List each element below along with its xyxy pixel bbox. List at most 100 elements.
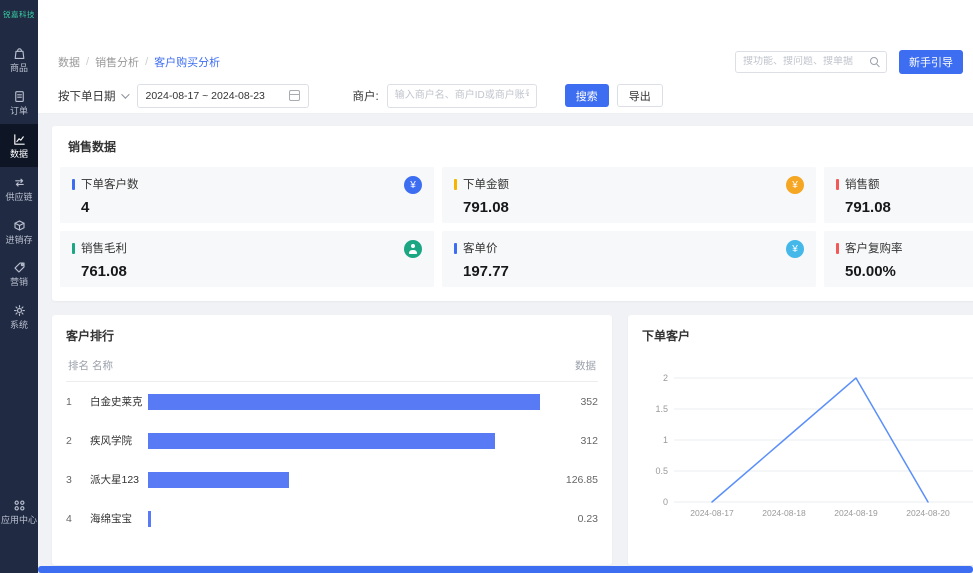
sidebar: 锐嘉科技 商品 订单 数据 供应链 进销存: [0, 0, 38, 573]
top-spacer: [38, 0, 973, 45]
stat-label: 销售毛利: [81, 240, 127, 256]
sales-data-card: 销售数据 下单客户数 ¥ 4 下单金额: [52, 126, 973, 301]
ranking-row: 3 派大星123 126.85: [66, 460, 598, 499]
customer-ranking-card: 客户排行 排名 名称 数据 1 白金史莱克 352 2: [52, 315, 612, 565]
date-range-value: 2024-08-17 ~ 2024-08-23: [146, 90, 265, 102]
bottom-row: 客户排行 排名 名称 数据 1 白金史莱克 352 2: [52, 315, 973, 565]
breadcrumb: 数据 / 销售分析 / 客户购买分析: [58, 54, 220, 70]
stat-label: 客户复购率: [845, 240, 903, 256]
svg-text:2024-08-18: 2024-08-18: [762, 508, 806, 518]
rank-number: 3: [66, 474, 90, 486]
breadcrumb-data[interactable]: 数据: [58, 54, 80, 70]
calendar-icon: [289, 90, 300, 101]
ranking-row: 4 海绵宝宝 0.23: [66, 499, 598, 538]
breadcrumb-separator: /: [86, 56, 89, 68]
ranking-bar: [148, 394, 540, 410]
ranking-value: 0.23: [546, 513, 598, 525]
breadcrumb-sales-analysis[interactable]: 销售分析: [95, 54, 139, 70]
rank-number: 1: [66, 396, 90, 408]
sidebar-item-supply-chain[interactable]: 供应链: [0, 167, 38, 210]
export-button[interactable]: 导出: [617, 84, 663, 107]
svg-text:0: 0: [663, 497, 668, 507]
customer-name: 疾风学院: [90, 433, 148, 448]
sidebar-item-system[interactable]: 系统: [0, 295, 38, 338]
chart-card-title: 下单客户: [642, 327, 973, 344]
stat-value: 761.08: [81, 263, 422, 280]
main-area: 数据 / 销售分析 / 客户购买分析 新手引导 按下单日期 2024-08-17…: [38, 0, 973, 573]
sidebar-item-marketing[interactable]: 营销: [0, 252, 38, 295]
supply-chain-icon: [12, 175, 27, 190]
svg-text:2: 2: [663, 373, 668, 383]
sidebar-item-products[interactable]: 商品: [0, 38, 38, 81]
stat-value: 791.08: [463, 199, 804, 216]
stat-label: 下单客户数: [81, 176, 139, 192]
global-search-box[interactable]: [735, 51, 887, 73]
stat-tile-avg-per-customer: 客单价 ¥ 197.77: [442, 231, 816, 287]
sidebar-item-label: 系统: [10, 321, 28, 331]
merchant-search-input[interactable]: [387, 84, 537, 108]
app-root: 锐嘉科技 商品 订单 数据 供应链 进销存: [0, 0, 973, 573]
sidebar-item-inventory[interactable]: 进销存: [0, 210, 38, 253]
search-icon[interactable]: [870, 57, 879, 66]
sidebar-item-data[interactable]: 数据: [0, 124, 38, 167]
date-range-picker[interactable]: 2024-08-17 ~ 2024-08-23: [137, 84, 309, 108]
ranking-bar: [148, 472, 289, 488]
ranking-value: 352: [546, 396, 598, 408]
stat-value: 791.08: [845, 199, 973, 216]
ranking-row: 2 疾风学院 312: [66, 421, 598, 460]
sidebar-item-label: 商品: [10, 64, 28, 74]
stat-value: 197.77: [463, 263, 804, 280]
sidebar-item-orders[interactable]: 订单: [0, 81, 38, 124]
ranking-bar: [148, 433, 495, 449]
stat-label: 下单金额: [463, 176, 509, 192]
stat-label: 客单价: [463, 240, 498, 256]
sidebar-item-app-center[interactable]: 应用中心: [0, 490, 38, 533]
sidebar-item-label: 订单: [10, 107, 28, 117]
tile-accent-bar: [836, 179, 839, 190]
breadcrumb-separator: /: [145, 56, 148, 68]
stat-value: 50.00%: [845, 263, 973, 280]
horizontal-scrollbar[interactable]: [38, 566, 973, 573]
svg-text:2024-08-20: 2024-08-20: [906, 508, 950, 518]
app-grid-icon: [12, 498, 27, 513]
ranking-value: 126.85: [546, 474, 598, 486]
inventory-box-icon: [12, 218, 27, 233]
customer-name: 海绵宝宝: [90, 511, 148, 526]
person-icon: [408, 244, 418, 254]
ranking-value: 312: [546, 435, 598, 447]
sidebar-item-label: 应用中心: [1, 516, 37, 526]
topbar: 数据 / 销售分析 / 客户购买分析 新手引导: [38, 45, 973, 78]
content: 销售数据 下单客户数 ¥ 4 下单金额: [38, 114, 973, 573]
tile-accent-bar: [454, 243, 457, 254]
customer-name: 派大星123: [90, 472, 148, 487]
global-search-input[interactable]: [743, 56, 870, 67]
ranking-row: 1 白金史莱克 352: [66, 382, 598, 421]
stat-tile-repurchase-rate: 客户复购率 50.00%: [824, 231, 973, 287]
svg-text:1.5: 1.5: [655, 404, 668, 414]
filter-toolbar: 按下单日期 2024-08-17 ~ 2024-08-23 商户: 搜索 导出: [38, 78, 973, 114]
marketing-tag-icon: [12, 260, 27, 275]
rank-number: 4: [66, 513, 90, 525]
breadcrumb-current-page: 客户购买分析: [154, 54, 220, 70]
bag-icon: [12, 46, 27, 61]
svg-text:1: 1: [663, 435, 668, 445]
tile-accent-bar: [72, 243, 75, 254]
yuan-badge-icon: ¥: [786, 176, 804, 194]
newbie-guide-button[interactable]: 新手引导: [899, 50, 963, 74]
tile-accent-bar: [454, 179, 457, 190]
sidebar-item-label: 供应链: [5, 193, 32, 203]
rank-number: 2: [66, 435, 90, 447]
line-chart: 00.511.522024-08-172024-08-182024-08-192…: [642, 350, 973, 525]
yuan-badge-icon: ¥: [404, 176, 422, 194]
stat-tile-gross-profit: 销售毛利 761.08: [60, 231, 434, 287]
customer-name: 白金史莱克: [90, 394, 148, 409]
person-badge-icon: [404, 240, 422, 258]
logo: 锐嘉科技: [3, 0, 35, 24]
merchant-label: 商户:: [353, 88, 379, 104]
topbar-right: 新手引导: [735, 50, 963, 74]
yuan-badge-icon: ¥: [786, 240, 804, 258]
search-button[interactable]: 搜索: [565, 84, 609, 107]
sidebar-nav: 商品 订单 数据 供应链 进销存 营销: [0, 38, 38, 338]
stat-tiles: 下单客户数 ¥ 4 下单金额 ¥ 791.08: [60, 167, 973, 287]
date-type-select[interactable]: 按下单日期: [58, 88, 127, 104]
